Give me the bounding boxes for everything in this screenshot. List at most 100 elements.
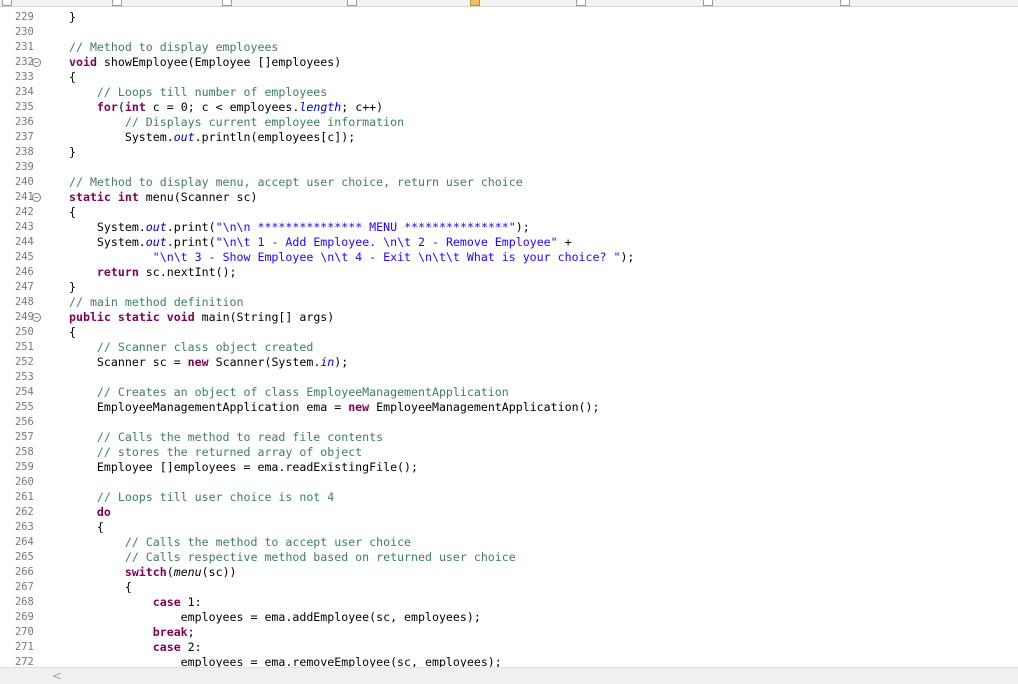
code-line[interactable]: static int menu(Scanner sc) — [69, 190, 258, 205]
line-number-text: 236 — [15, 116, 34, 128]
line-number: 240 — [0, 175, 40, 190]
code-line[interactable]: System.out.print("\n\n *************** M… — [69, 220, 530, 235]
code-token: System. — [69, 220, 146, 234]
line-number-text: 264 — [15, 536, 34, 548]
code-line[interactable]: // stores the returned array of object — [69, 445, 362, 460]
code-token: employees = ema.addEmployee(sc, employee… — [69, 610, 481, 624]
line-number: 247 — [0, 280, 40, 295]
minus-circle-icon[interactable]: − — [32, 193, 41, 202]
horizontal-scrollbar[interactable]: < — [0, 667, 1018, 684]
code-line[interactable]: // Loops till user choice is not 4 — [69, 490, 334, 505]
code-line[interactable]: // Method to display menu, accept user c… — [69, 175, 523, 190]
code-line[interactable]: // Calls the method to accept user choic… — [69, 535, 411, 550]
editor-tab[interactable] — [2, 0, 12, 6]
code-token: out — [145, 235, 167, 249]
code-line[interactable]: { — [69, 580, 132, 595]
code-line[interactable]: "\n\t 3 - Show Employee \n\t 4 - Exit \n… — [69, 250, 635, 265]
code-token: break — [152, 625, 188, 639]
code-token: sc.nextInt(); — [138, 265, 237, 279]
line-number: 239 — [0, 160, 40, 175]
code-token: } — [69, 10, 76, 24]
code-token: { — [69, 325, 76, 339]
code-token: EmployeeManagementApplication ema = — [69, 400, 349, 414]
code-line[interactable]: do — [69, 505, 111, 520]
code-token: int — [117, 190, 139, 204]
line-number: 258 — [0, 445, 40, 460]
line-number: 234 — [0, 85, 40, 100]
code-line[interactable]: } — [69, 145, 76, 160]
code-line[interactable]: System.out.print("\n\t 1 - Add Employee.… — [69, 235, 572, 250]
line-number-text: 249 — [15, 311, 34, 323]
code-token: void — [166, 310, 195, 324]
editor-tab[interactable] — [222, 0, 232, 6]
code-line[interactable]: public static void main(String[] args) — [69, 310, 334, 325]
minus-circle-icon[interactable]: − — [32, 58, 41, 67]
code-token: { — [69, 580, 132, 594]
code-line[interactable]: { — [69, 520, 104, 535]
editor-tab[interactable] — [347, 0, 357, 6]
code-line[interactable]: // Calls the method to read file content… — [69, 430, 383, 445]
line-number: 237 — [0, 130, 40, 145]
code-line[interactable]: { — [69, 70, 76, 85]
code-line[interactable]: // main method definition — [69, 295, 244, 310]
editor-tab[interactable] — [112, 0, 122, 6]
line-number: 249− — [0, 310, 41, 325]
line-number-text: 242 — [15, 206, 34, 218]
minus-circle-icon[interactable]: − — [32, 313, 41, 322]
code-token: c = 0; c < employees. — [145, 100, 300, 114]
code-line[interactable]: // Scanner class object created — [69, 340, 313, 355]
code-line[interactable]: case 2: — [69, 640, 202, 655]
editor-tab[interactable] — [470, 0, 480, 6]
line-number-text: 269 — [15, 611, 34, 623]
line-number-gutter: 229 230 231 232−233 234 235 236 237 238 239 240 241… — [0, 7, 41, 668]
code-line[interactable]: return sc.nextInt(); — [69, 265, 237, 280]
code-token: new — [187, 355, 209, 369]
code-line[interactable]: Scanner sc = new Scanner(System.in); — [69, 355, 348, 370]
code-token: ( — [166, 565, 174, 579]
code-line[interactable]: case 1: — [69, 595, 202, 610]
editor-tab[interactable] — [576, 0, 586, 6]
code-token: // Method to display employees — [69, 40, 279, 54]
code-token: main(String[] args) — [194, 310, 335, 324]
code-line[interactable]: break; — [69, 625, 195, 640]
code-area[interactable]: } // Method to display employees void show… — [41, 7, 1018, 669]
code-line[interactable]: // Loops till number of employees — [69, 85, 327, 100]
code-token: EmployeeManagementApplication(); — [369, 400, 600, 414]
code-line[interactable]: EmployeeManagementApplication ema = new … — [69, 400, 600, 415]
code-line[interactable]: // Creates an object of class EmployeeMa… — [69, 385, 509, 400]
code-line[interactable]: { — [69, 205, 76, 220]
code-line[interactable]: switch(menu(sc)) — [69, 565, 237, 580]
line-number-text: 232 — [15, 56, 34, 68]
code-line[interactable]: // Calls respective method based on retu… — [69, 550, 516, 565]
code-line[interactable]: } — [69, 10, 76, 25]
line-number-text: 258 — [15, 446, 34, 458]
line-number-text: 271 — [15, 641, 34, 653]
line-number: 271 — [0, 640, 40, 655]
line-number-text: 265 — [15, 551, 34, 563]
code-line[interactable]: } — [69, 280, 76, 295]
code-line[interactable]: // Method to display employees — [69, 40, 278, 55]
line-number: 256 — [0, 415, 40, 430]
editor-tab[interactable] — [840, 0, 850, 6]
code-line[interactable]: void showEmployee(Employee []employees) — [69, 55, 341, 70]
code-line[interactable]: { — [69, 325, 76, 340]
code-line[interactable]: employees = ema.addEmployee(sc, employee… — [69, 610, 481, 625]
line-number: 250 — [0, 325, 40, 340]
code-editor[interactable]: 229 230 231 232−233 234 235 236 237 238 239 240 241… — [0, 7, 1018, 669]
line-number-text: 237 — [15, 131, 34, 143]
code-line[interactable]: // Displays current employee information — [69, 115, 404, 130]
code-line[interactable]: System.out.println(employees[c]); — [69, 130, 355, 145]
code-line[interactable]: Employee []employees = ema.readExistingF… — [69, 460, 418, 475]
code-token: static — [117, 310, 160, 324]
chevron-left-icon[interactable]: < — [50, 668, 64, 684]
code-line[interactable]: for(int c = 0; c < employees.length; c++… — [69, 100, 383, 115]
editor-tab-strip[interactable] — [0, 0, 1018, 7]
editor-tab[interactable] — [703, 0, 713, 6]
line-number-text: 256 — [15, 416, 34, 428]
line-number: 257 — [0, 430, 40, 445]
line-number: 230 — [0, 25, 40, 40]
